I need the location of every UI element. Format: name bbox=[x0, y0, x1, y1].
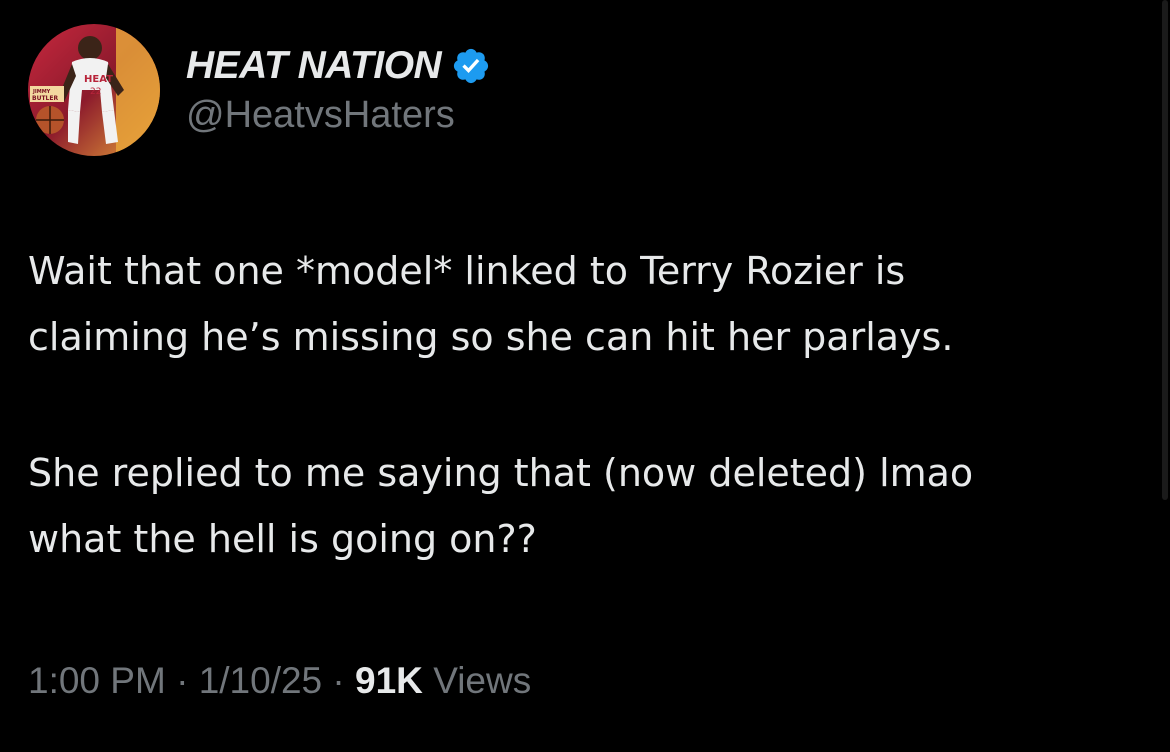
tweet-card: HEAT 22 JIMMY BUTLER HEAT NATION @Heatvs… bbox=[0, 0, 1170, 752]
author-name-row: HEAT NATION bbox=[186, 42, 491, 90]
avatar[interactable]: HEAT 22 JIMMY BUTLER bbox=[28, 24, 160, 156]
tweet-time[interactable]: 1:00 PM bbox=[28, 660, 166, 701]
tweet-text: Wait that one *model* linked to Terry Ro… bbox=[28, 238, 1153, 572]
scrollbar[interactable] bbox=[1162, 0, 1168, 500]
author-display-name[interactable]: HEAT NATION bbox=[186, 44, 442, 88]
tweet-paragraph-1: Wait that one *model* linked to Terry Ro… bbox=[28, 249, 954, 359]
svg-text:BUTLER: BUTLER bbox=[32, 95, 58, 102]
tweet-paragraph-2: She replied to me saying that (now delet… bbox=[28, 451, 974, 561]
views-label: Views bbox=[433, 660, 532, 701]
tweet-date[interactable]: 1/10/25 bbox=[199, 660, 322, 701]
meta-separator: · bbox=[176, 660, 189, 701]
views-count[interactable]: 91K bbox=[355, 660, 423, 701]
author-handle[interactable]: @HeatvsHaters bbox=[186, 94, 455, 137]
avatar-image: HEAT 22 JIMMY BUTLER bbox=[28, 24, 160, 156]
svg-text:HEAT: HEAT bbox=[84, 74, 113, 85]
verified-badge-icon[interactable] bbox=[451, 46, 491, 86]
svg-text:22: 22 bbox=[90, 87, 101, 97]
meta-separator: · bbox=[332, 660, 345, 701]
tweet-meta: 1:00 PM · 1/10/25 · 91K Views bbox=[28, 660, 531, 702]
